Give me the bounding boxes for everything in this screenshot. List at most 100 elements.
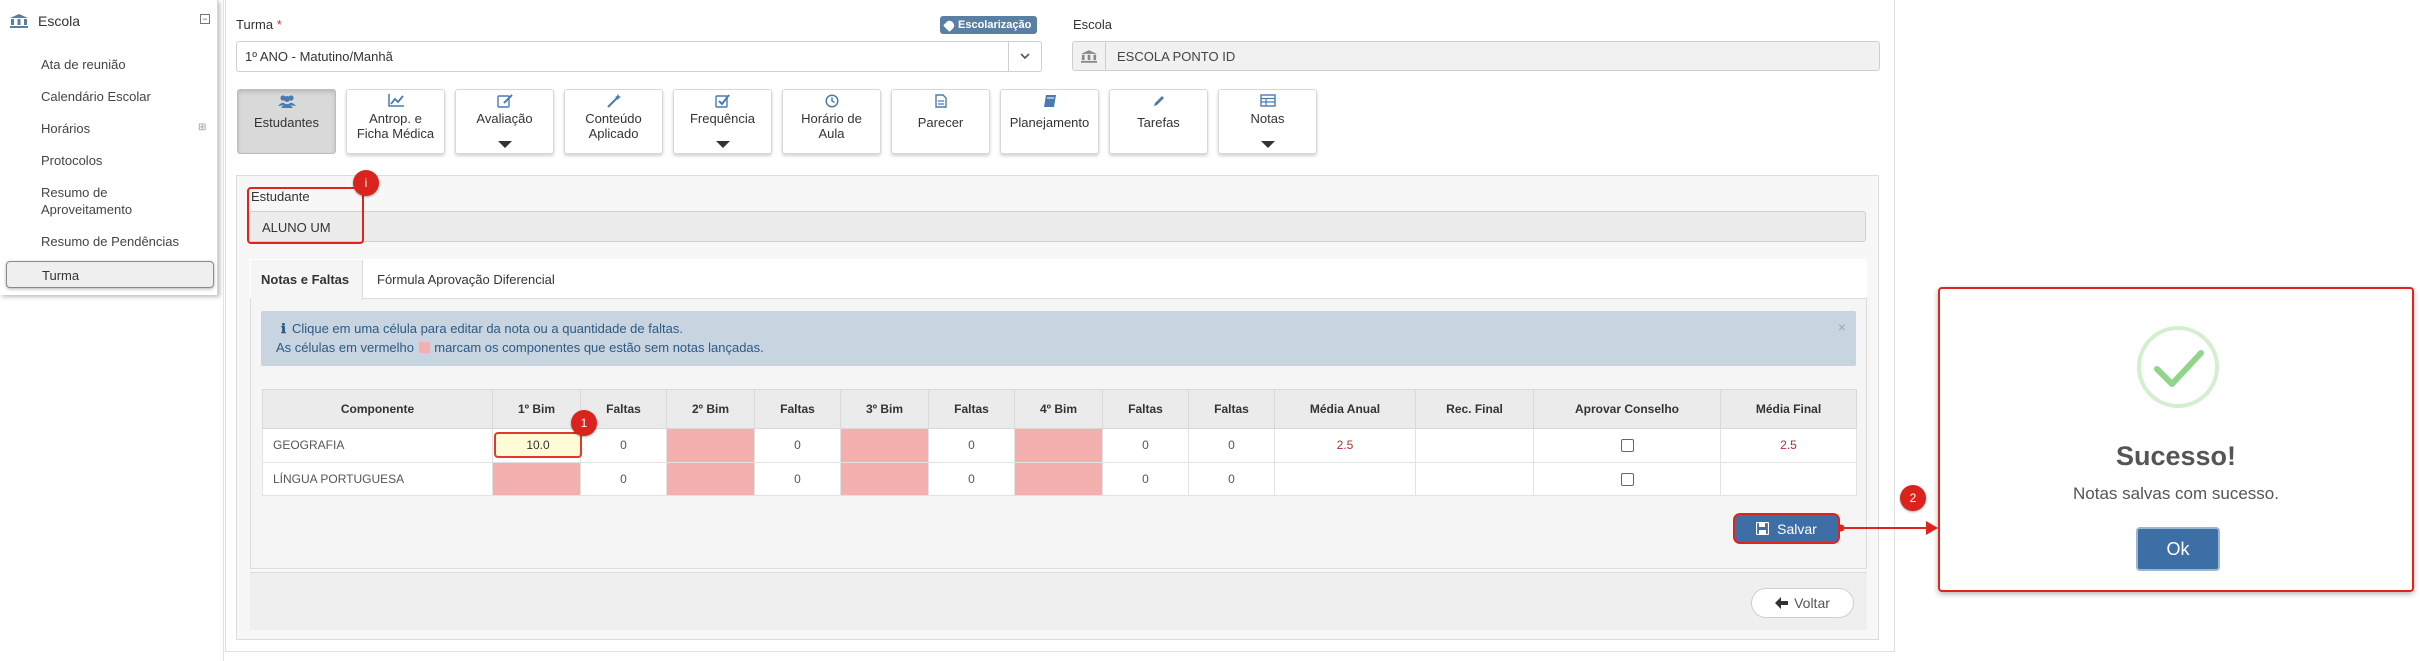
modal-title: Sucesso! bbox=[2115, 441, 2237, 471]
clock-icon bbox=[783, 94, 880, 108]
col-rec-final: Rec. Final bbox=[1415, 389, 1534, 429]
cell-faltas[interactable]: 0 bbox=[1102, 428, 1189, 463]
table-row: GEOGRAFIA 10.0 0 0 0 0 0 2.5 2.5 bbox=[262, 428, 1857, 463]
tab-parecer[interactable]: Parecer bbox=[891, 89, 990, 154]
red-swatch bbox=[418, 342, 430, 353]
institution-icon bbox=[1073, 42, 1106, 70]
cell-media-final: 2.5 bbox=[1720, 428, 1857, 463]
col-aprovar-conselho: Aprovar Conselho bbox=[1533, 389, 1721, 429]
grade-input[interactable]: 10.0 bbox=[494, 432, 582, 459]
cell-4-bim[interactable] bbox=[1014, 428, 1103, 463]
cell-media-anual: 2.5 bbox=[1274, 428, 1416, 463]
save-button[interactable]: Salvar bbox=[1733, 513, 1840, 544]
cell-2-bim[interactable] bbox=[666, 461, 755, 496]
tab-avaliacao[interactable]: Avaliação bbox=[455, 89, 554, 154]
caret-down-icon bbox=[1219, 141, 1316, 148]
tab-frequencia[interactable]: Frequência bbox=[673, 89, 772, 154]
callout-badge-1: 1 bbox=[571, 410, 597, 436]
cell-faltas[interactable]: 0 bbox=[1102, 461, 1189, 496]
escolarizacao-badge: Escolarização bbox=[940, 16, 1038, 34]
caret-down-icon bbox=[674, 141, 771, 148]
sidebar-item-turma[interactable]: Turma bbox=[6, 261, 214, 288]
arrow-right-icon bbox=[1926, 521, 1938, 535]
tab-horario-de-aula[interactable]: Horário de Aula bbox=[782, 89, 881, 154]
cell-faltas[interactable]: 0 bbox=[754, 461, 841, 496]
sidebar-item-calendario-escolar[interactable]: Calendário Escolar bbox=[41, 89, 151, 104]
tab-estudantes[interactable]: Estudantes bbox=[237, 89, 336, 154]
tab-tarefas[interactable]: Tarefas bbox=[1109, 89, 1208, 154]
cell-faltas[interactable]: 0 bbox=[580, 461, 667, 496]
magic-wand-icon bbox=[565, 94, 662, 108]
tab-notas[interactable]: Notas bbox=[1218, 89, 1317, 154]
close-icon[interactable]: × bbox=[1838, 319, 1846, 335]
sidebar-header[interactable]: Escola − bbox=[10, 10, 210, 32]
arrow-left-icon bbox=[1775, 597, 1789, 609]
callout-badge-i: i bbox=[353, 170, 379, 196]
estudante-field[interactable]: ALUNO UM bbox=[249, 211, 1866, 242]
pencil-icon bbox=[1110, 94, 1207, 108]
cell-1-bim[interactable] bbox=[492, 461, 581, 496]
tab-formula-aprovacao[interactable]: Fórmula Aprovação Diferencial bbox=[377, 272, 555, 287]
back-button[interactable]: Voltar bbox=[1751, 588, 1854, 618]
cell-faltas[interactable]: 0 bbox=[754, 428, 841, 463]
modal-message: Notas salvas com sucesso. bbox=[2073, 484, 2279, 503]
edit-icon bbox=[456, 94, 553, 108]
check-icon bbox=[2154, 350, 2204, 387]
col-faltas-2: Faltas bbox=[754, 389, 841, 429]
check-square-icon bbox=[674, 94, 771, 108]
turma-select[interactable]: 1º ANO - Matutino/Manhã bbox=[236, 41, 1042, 72]
cell-componente: GEOGRAFIA bbox=[262, 428, 493, 463]
book-icon bbox=[1001, 94, 1098, 108]
col-faltas-3: Faltas bbox=[928, 389, 1015, 429]
cell-3-bim[interactable] bbox=[840, 428, 929, 463]
escola-value: ESCOLA PONTO ID bbox=[1117, 49, 1236, 64]
cell-3-bim[interactable] bbox=[840, 461, 929, 496]
sidebar: Escola − Ata de reunião Calendário Escol… bbox=[0, 0, 218, 295]
tab-antrop-ficha-medica[interactable]: Antrop. e Ficha Médica bbox=[346, 89, 445, 154]
file-text-icon bbox=[892, 94, 989, 108]
col-2-bim: 2º Bim bbox=[666, 389, 755, 429]
callout-connector-line bbox=[1844, 527, 1932, 529]
cell-2-bim[interactable] bbox=[666, 428, 755, 463]
collapse-icon[interactable]: − bbox=[200, 14, 210, 24]
sidebar-item-resumo-aproveitamento[interactable]: Resumo de bbox=[41, 185, 107, 200]
sidebar-item-resumo-pendencias[interactable]: Resumo de Pendências bbox=[41, 234, 179, 249]
escola-label: Escola bbox=[1073, 17, 1113, 32]
cell-4-bim[interactable] bbox=[1014, 461, 1103, 496]
expand-icon[interactable]: ⊞ bbox=[198, 122, 206, 133]
cell-aprovar-conselho[interactable] bbox=[1533, 428, 1721, 463]
sidebar-divider bbox=[223, 0, 224, 661]
callout-badge-2: 2 bbox=[1900, 485, 1926, 511]
sidebar-header-label: Escola bbox=[38, 13, 81, 29]
tab-notas-e-faltas[interactable]: Notas e Faltas bbox=[251, 260, 363, 300]
ok-button[interactable]: Ok bbox=[2136, 527, 2220, 571]
sidebar-item-protocolos[interactable]: Protocolos bbox=[41, 153, 102, 168]
tab-conteudo-aplicado[interactable]: Conteúdo Aplicado bbox=[564, 89, 663, 154]
col-faltas-4: Faltas bbox=[1102, 389, 1189, 429]
cell-1-bim[interactable]: 10.0 bbox=[492, 428, 582, 463]
institution-icon bbox=[10, 14, 28, 28]
tab-planejamento[interactable]: Planejamento bbox=[1000, 89, 1099, 154]
connector-dot-icon bbox=[1837, 524, 1845, 532]
turma-label: Turma * bbox=[236, 17, 282, 32]
table-icon bbox=[1219, 94, 1316, 108]
cell-faltas[interactable]: 0 bbox=[928, 461, 1015, 496]
tag-icon bbox=[943, 18, 956, 32]
sidebar-item-resumo-aproveitamento-line2[interactable]: Aproveitamento bbox=[41, 202, 132, 217]
highlight-estudante bbox=[247, 187, 364, 244]
cell-faltas[interactable]: 0 bbox=[928, 428, 1015, 463]
sidebar-item-horarios[interactable]: Horários bbox=[41, 121, 90, 136]
table-header-row: Componente 1º Bim Faltas 2º Bim Faltas 3… bbox=[262, 389, 1857, 429]
checkbox[interactable] bbox=[1620, 439, 1634, 453]
turma-select-value: 1º ANO - Matutino/Manhã bbox=[245, 49, 393, 64]
col-3-bim: 3º Bim bbox=[840, 389, 929, 429]
cell-rec-final[interactable] bbox=[1415, 428, 1534, 463]
chevron-down-icon[interactable] bbox=[1008, 42, 1041, 71]
sidebar-item-ata-de-reuniao[interactable]: Ata de reunião bbox=[41, 57, 126, 72]
cell-faltas[interactable]: 0 bbox=[580, 428, 667, 463]
col-4-bim: 4º Bim bbox=[1014, 389, 1103, 429]
cell-rec-final[interactable] bbox=[1415, 461, 1534, 496]
users-icon bbox=[238, 94, 335, 108]
cell-aprovar-conselho[interactable] bbox=[1533, 461, 1721, 496]
checkbox[interactable] bbox=[1620, 472, 1634, 486]
